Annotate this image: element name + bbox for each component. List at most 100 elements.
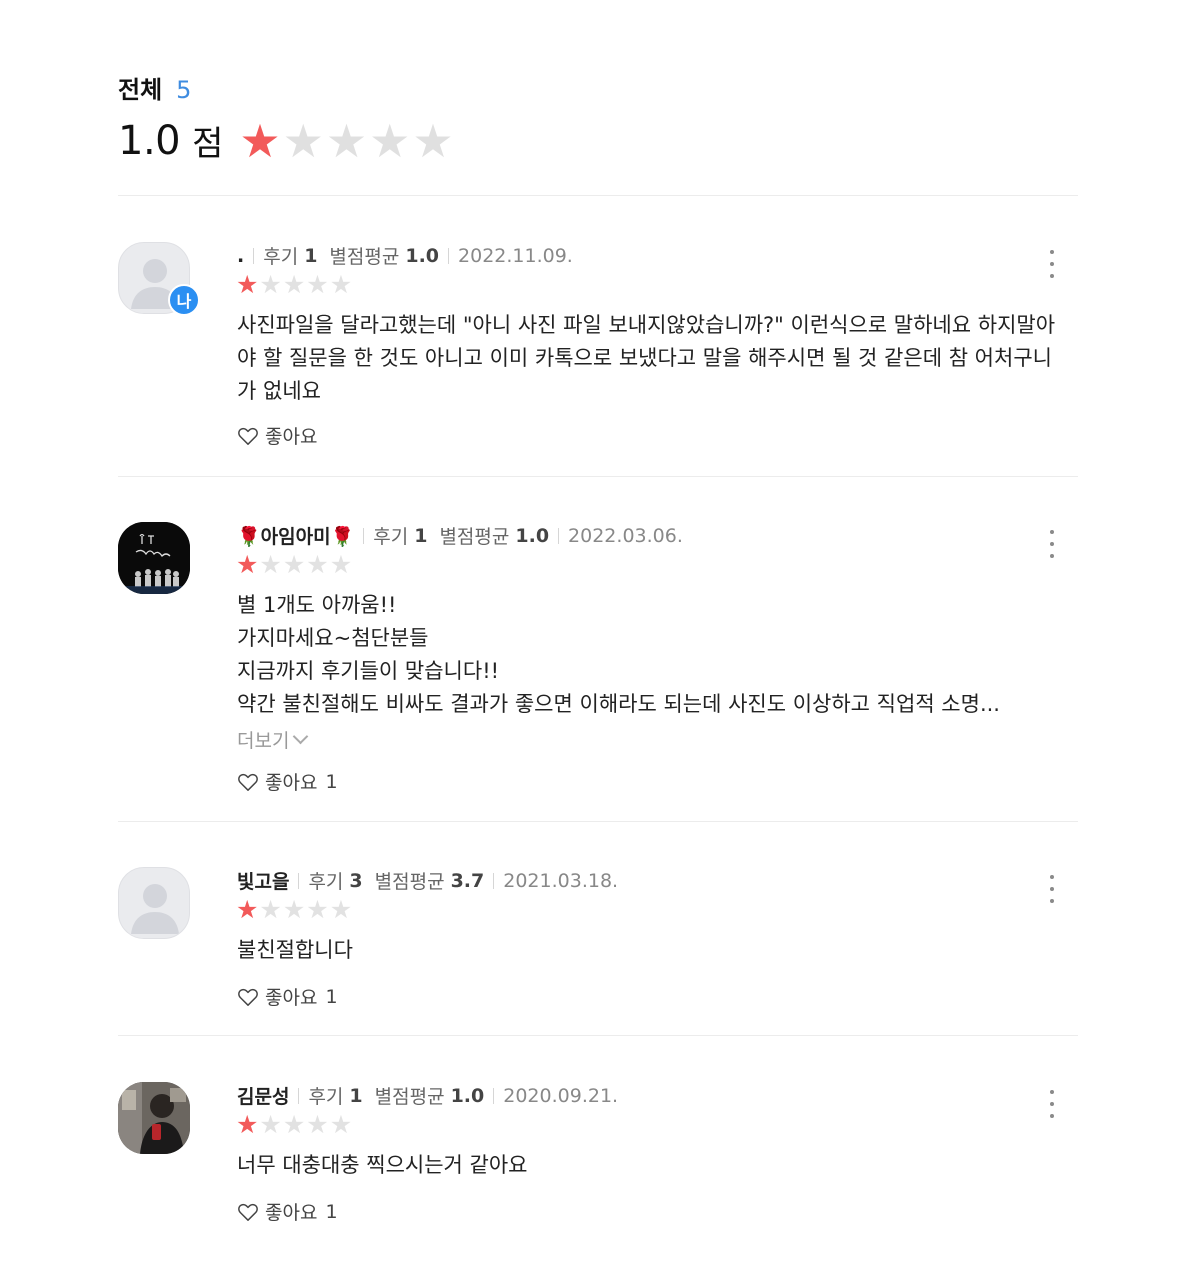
star-icon: ★ xyxy=(325,113,368,168)
average-rating-value: 1.0 xyxy=(450,1084,485,1107)
reviewer-name[interactable]: . xyxy=(237,245,244,267)
reviewer-meta: 김문성 후기 1 별점평균 1.0 2020.09.21. xyxy=(237,1082,618,1109)
star-icon: ★ xyxy=(282,550,306,579)
review-star-rating: ★ ★ ★ ★ ★ xyxy=(236,272,352,297)
heart-icon xyxy=(238,773,258,791)
more-options-icon[interactable] xyxy=(1046,250,1058,278)
star-icon: ★ xyxy=(282,270,306,299)
review-date: 2020.09.21. xyxy=(503,1084,619,1107)
profile-photo-icon xyxy=(118,522,190,594)
star-icon: ★ xyxy=(259,895,282,924)
like-label: 좋아요 xyxy=(265,987,318,1009)
like-button[interactable]: 좋아요 1 xyxy=(237,1198,338,1225)
score-unit: 점 xyxy=(192,124,224,164)
divider xyxy=(118,821,1078,822)
average-rating-label: 별점평균 xyxy=(374,1086,445,1108)
review-date: 2021.03.18. xyxy=(503,869,619,892)
average-rating-label: 별점평균 xyxy=(374,871,445,893)
more-options-icon[interactable] xyxy=(1046,1090,1058,1118)
star-icon: ★ xyxy=(236,550,259,579)
heart-icon xyxy=(238,427,258,445)
average-rating-value: 1.0 xyxy=(405,244,440,267)
reviewer-name[interactable]: 빛고을 xyxy=(237,867,289,894)
star-icon: ★ xyxy=(329,1110,353,1139)
star-icon: ★ xyxy=(306,895,329,924)
star-icon: ★ xyxy=(329,270,353,299)
expand-more-button[interactable]: 더보기 xyxy=(237,726,309,753)
review-text: 별 1개도 아까움!! 가지마세요~첨단분들 지금까지 후기들이 맞습니다!! … xyxy=(237,593,1000,716)
review-count: 3 xyxy=(349,869,363,892)
star-icon: ★ xyxy=(412,113,454,168)
star-icon: ★ xyxy=(306,270,329,299)
star-icon: ★ xyxy=(239,113,281,168)
star-icon: ★ xyxy=(282,895,306,924)
separator xyxy=(253,247,255,264)
separator xyxy=(298,872,300,889)
reviewer-meta: 빛고을 후기 3 별점평균 3.7 2021.03.18. xyxy=(237,867,618,894)
like-button[interactable]: 좋아요 1 xyxy=(237,983,338,1010)
star-icon: ★ xyxy=(306,1110,329,1139)
review-text: 사진파일을 달라고했는데 "아니 사진 파일 보내지않았습니까?" 이런식으로 … xyxy=(237,313,1056,403)
star-icon: ★ xyxy=(282,113,324,168)
star-icon: ★ xyxy=(236,1110,259,1139)
like-button[interactable]: 좋아요 1 xyxy=(237,768,338,795)
score-value: 1.0 xyxy=(118,117,181,164)
summary-header: 전체 5 xyxy=(118,70,191,105)
reviewer-meta: 🌹아임아미🌹 후기 1 별점평균 1.0 2022.03.06. xyxy=(237,522,683,549)
avatar[interactable] xyxy=(118,867,190,939)
like-label: 좋아요 xyxy=(265,772,318,794)
heart-icon xyxy=(238,1203,258,1221)
star-icon: ★ xyxy=(329,895,353,924)
like-button[interactable]: 좋아요 xyxy=(237,422,317,449)
separator xyxy=(298,1087,300,1104)
average-rating-value: 3.7 xyxy=(450,869,485,892)
average-rating-value: 1.0 xyxy=(515,524,550,547)
separator xyxy=(448,247,450,264)
profile-photo-icon xyxy=(118,1082,190,1154)
review-count-label: 후기 xyxy=(373,526,409,548)
divider xyxy=(118,1035,1078,1036)
review-star-rating: ★ ★ ★ ★ ★ xyxy=(236,1112,352,1137)
reviewer-name[interactable]: 김문성 xyxy=(237,1082,289,1109)
more-options-icon[interactable] xyxy=(1046,530,1058,558)
separator xyxy=(493,1087,495,1104)
review-date: 2022.03.06. xyxy=(568,524,683,547)
reviewer-meta: . 후기 1 별점평균 1.0 2022.11.09. xyxy=(237,242,573,269)
chevron-down-icon xyxy=(293,728,309,745)
review-text: 너무 대충대충 찍으시는거 같아요 xyxy=(237,1153,528,1177)
like-label: 좋아요 xyxy=(265,426,318,448)
review-star-rating: ★ ★ ★ ★ ★ xyxy=(236,897,352,922)
review-date: 2022.11.09. xyxy=(458,244,573,267)
star-icon: ★ xyxy=(329,550,353,579)
more-label: 더보기 xyxy=(237,730,290,752)
average-rating-label: 별점평균 xyxy=(439,526,510,548)
divider xyxy=(118,476,1078,477)
review-count: 1 xyxy=(349,1084,363,1107)
star-icon: ★ xyxy=(306,550,329,579)
reviewer-name[interactable]: 🌹아임아미🌹 xyxy=(237,522,354,549)
star-icon: ★ xyxy=(282,1110,306,1139)
review-count-label: 후기 xyxy=(263,246,299,268)
like-count: 1 xyxy=(325,1200,338,1223)
default-avatar-icon xyxy=(131,884,179,934)
separator xyxy=(558,527,560,544)
average-rating-label: 별점평균 xyxy=(329,246,400,268)
star-icon: ★ xyxy=(236,270,259,299)
review-count-label: 후기 xyxy=(308,871,344,893)
like-count: 1 xyxy=(325,985,338,1008)
star-icon: ★ xyxy=(369,113,411,168)
average-score: 1.0 점 ★ ★ ★ ★ ★ xyxy=(118,116,454,165)
avatar[interactable] xyxy=(118,522,190,594)
star-icon: ★ xyxy=(236,895,259,924)
separator xyxy=(363,527,365,544)
me-badge: 나 xyxy=(168,284,200,316)
avatar[interactable] xyxy=(118,1082,190,1154)
like-count: 1 xyxy=(325,770,338,793)
review-star-rating: ★ ★ ★ ★ ★ xyxy=(236,552,352,577)
review-count: 1 xyxy=(304,244,318,267)
average-star-rating: ★ ★ ★ ★ ★ xyxy=(239,118,453,164)
star-icon: ★ xyxy=(259,550,282,579)
divider xyxy=(118,195,1078,196)
more-options-icon[interactable] xyxy=(1046,875,1058,903)
review-count: 1 xyxy=(414,524,428,547)
